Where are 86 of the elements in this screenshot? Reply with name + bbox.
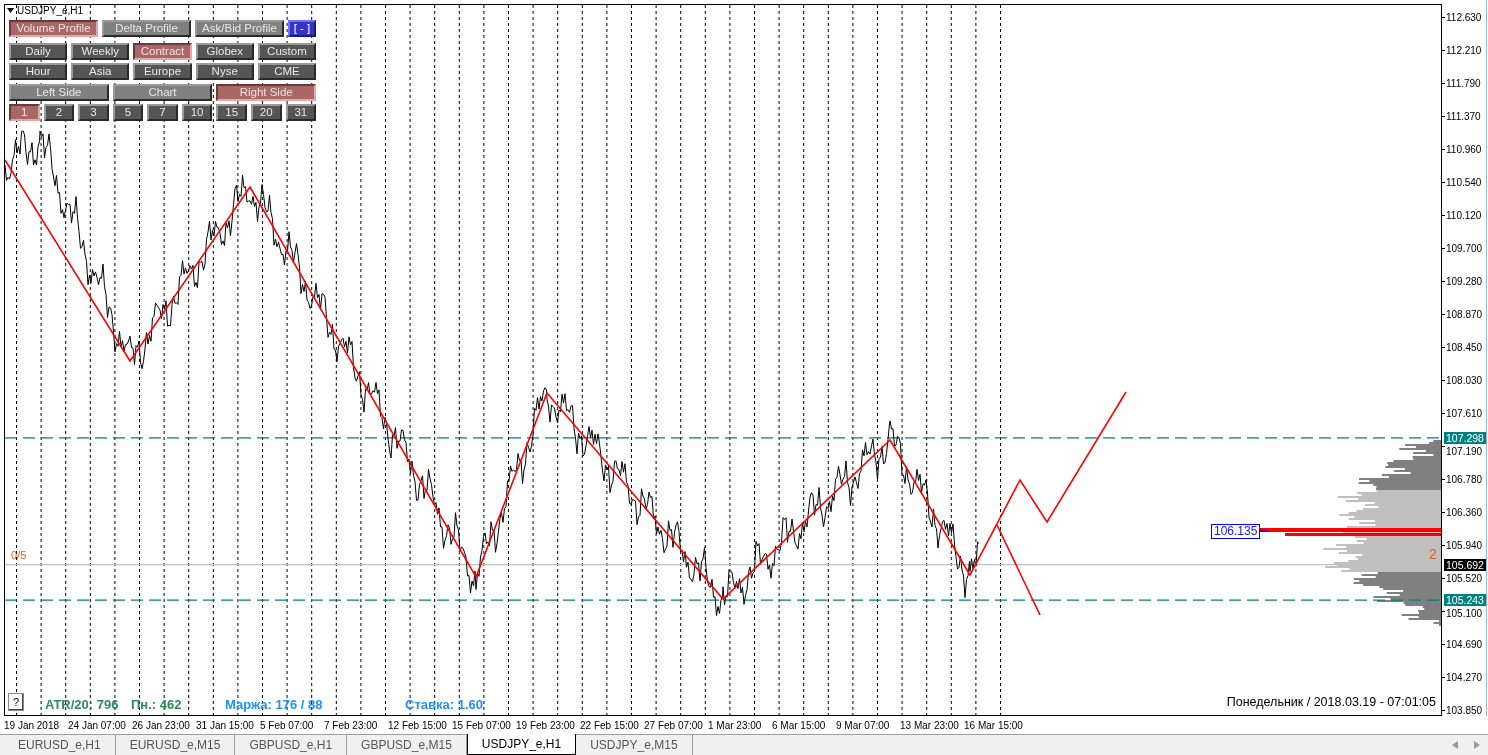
indicator-value: Маржа: 176 / 88 — [225, 697, 323, 712]
time-label: 12 Feb 15:00 — [388, 719, 448, 731]
price-label: 109.280 — [1446, 275, 1483, 287]
time-label: 24 Jan 07:00 — [68, 719, 127, 731]
poc-price-label: 106.135 — [1211, 524, 1261, 539]
price-label: 107.190 — [1446, 445, 1483, 457]
price-label: 105.100 — [1446, 607, 1483, 619]
indicator-value: Пн.: 462 — [131, 697, 182, 712]
profile-button[interactable]: 10 — [181, 104, 213, 121]
price-label: 105.940 — [1446, 539, 1483, 551]
price-label: 108.030 — [1446, 374, 1483, 386]
profile-button[interactable]: Asia — [71, 63, 130, 80]
time-label: 1 Mar 23:00 — [708, 719, 763, 731]
chart-tab[interactable]: GBPUSD_e,M15 — [347, 735, 467, 755]
profile-button[interactable]: 5 — [112, 104, 144, 121]
price-marker: 105.243 — [1444, 594, 1486, 607]
chart-tab[interactable]: USDJPY_e,H1 — [466, 734, 577, 755]
chart-tab[interactable]: EURUSD_e,M15 — [115, 735, 236, 755]
chart-tab[interactable]: GBPUSD_e,H1 — [235, 735, 348, 755]
chart-tab[interactable]: EURUSD_e,H1 — [4, 735, 116, 755]
time-label: 7 Feb 23:00 — [324, 719, 379, 731]
profile-button[interactable]: Contract — [133, 43, 192, 60]
profile-button[interactable]: Weekly — [71, 43, 130, 60]
price-label: 103.850 — [1446, 704, 1483, 716]
profile-button[interactable]: Left Side — [9, 84, 109, 101]
profile-button[interactable]: Custom — [257, 43, 316, 60]
scroll-right-icon[interactable] — [1474, 741, 1480, 749]
price-label: 105.520 — [1446, 572, 1483, 584]
time-label: 5 Feb 07:00 — [260, 719, 315, 731]
help-button[interactable]: ? — [8, 693, 24, 711]
profile-button[interactable]: Right Side — [216, 84, 316, 101]
time-label: 26 Jan 23:00 — [132, 719, 191, 731]
time-label: 31 Jan 15:00 — [196, 719, 255, 731]
profile-button[interactable]: Hour — [9, 63, 68, 80]
time-label: 16 Mar 15:00 — [964, 719, 1024, 731]
indicator-value: ATR/20: 796 — [45, 697, 119, 712]
price-label: 104.270 — [1446, 671, 1483, 683]
server-time: Понедельник / 2018.03.19 - 07:01:05 — [1226, 695, 1436, 709]
profile-button[interactable]: Globex — [195, 43, 254, 60]
profile-button[interactable]: Ask/Bid Profile — [195, 20, 284, 37]
profile-button[interactable]: 31 — [285, 104, 317, 121]
profile-button[interactable]: 2 — [43, 104, 75, 121]
price-label: 106.360 — [1446, 506, 1483, 518]
price-label: 111.370 — [1446, 110, 1481, 122]
counter-label: 0/5 — [11, 549, 27, 561]
price-label: 109.700 — [1446, 242, 1483, 254]
time-label: 15 Feb 07:00 — [452, 719, 512, 731]
profile-button[interactable]: 15 — [216, 104, 247, 121]
profile-button[interactable]: Daily — [9, 43, 68, 60]
profile-button[interactable]: 3 — [78, 104, 109, 121]
indicator-value: Ставка: 1.60 — [405, 697, 483, 712]
time-label: 19 Jan 2018 — [4, 719, 61, 731]
profile-button[interactable]: Chart — [112, 84, 213, 101]
time-label: 27 Feb 07:00 — [644, 719, 704, 731]
profile-button[interactable]: Volume Profile — [9, 20, 98, 37]
profile-button[interactable]: [ - ] — [288, 20, 316, 37]
profile-button[interactable]: Delta Profile — [102, 20, 191, 37]
price-label: 112.210 — [1446, 44, 1482, 56]
price-label: 110.120 — [1446, 209, 1482, 221]
price-label: 110.540 — [1446, 176, 1482, 188]
dropdown-icon[interactable] — [7, 8, 14, 13]
symbol-title: USDJPY_e,H1 — [17, 5, 84, 16]
time-label: 22 Feb 15:00 — [580, 719, 640, 731]
time-label: 9 Mar 07:00 — [836, 719, 891, 731]
profile-button[interactable]: 7 — [147, 104, 178, 121]
price-label: 104.690 — [1446, 638, 1483, 650]
price-label: 107.610 — [1446, 407, 1483, 419]
profile-button[interactable]: 1 — [9, 104, 40, 121]
price-label: 108.450 — [1446, 341, 1483, 353]
scroll-left-icon[interactable] — [1452, 741, 1458, 749]
price-label: 110.960 — [1446, 143, 1482, 155]
profile-button[interactable]: Nyse — [195, 63, 254, 80]
price-label: 111.790 — [1446, 77, 1481, 89]
price-marker: 105.692 — [1444, 558, 1486, 571]
time-label: 13 Mar 23:00 — [900, 719, 960, 731]
price-label: 108.870 — [1446, 308, 1483, 320]
price-marker: 107.298 — [1444, 431, 1486, 444]
chart-tab[interactable]: USDJPY_e,M15 — [576, 735, 693, 755]
counter-label: 2 — [1429, 546, 1437, 562]
profile-button[interactable]: CME — [257, 63, 316, 80]
profile-button[interactable]: Europe — [133, 63, 192, 80]
price-label: 112.630 — [1446, 11, 1482, 23]
time-label: 6 Mar 15:00 — [772, 719, 827, 731]
price-label: 106.780 — [1446, 473, 1483, 485]
profile-button[interactable]: 20 — [250, 104, 282, 121]
time-label: 19 Feb 23:00 — [516, 719, 576, 731]
